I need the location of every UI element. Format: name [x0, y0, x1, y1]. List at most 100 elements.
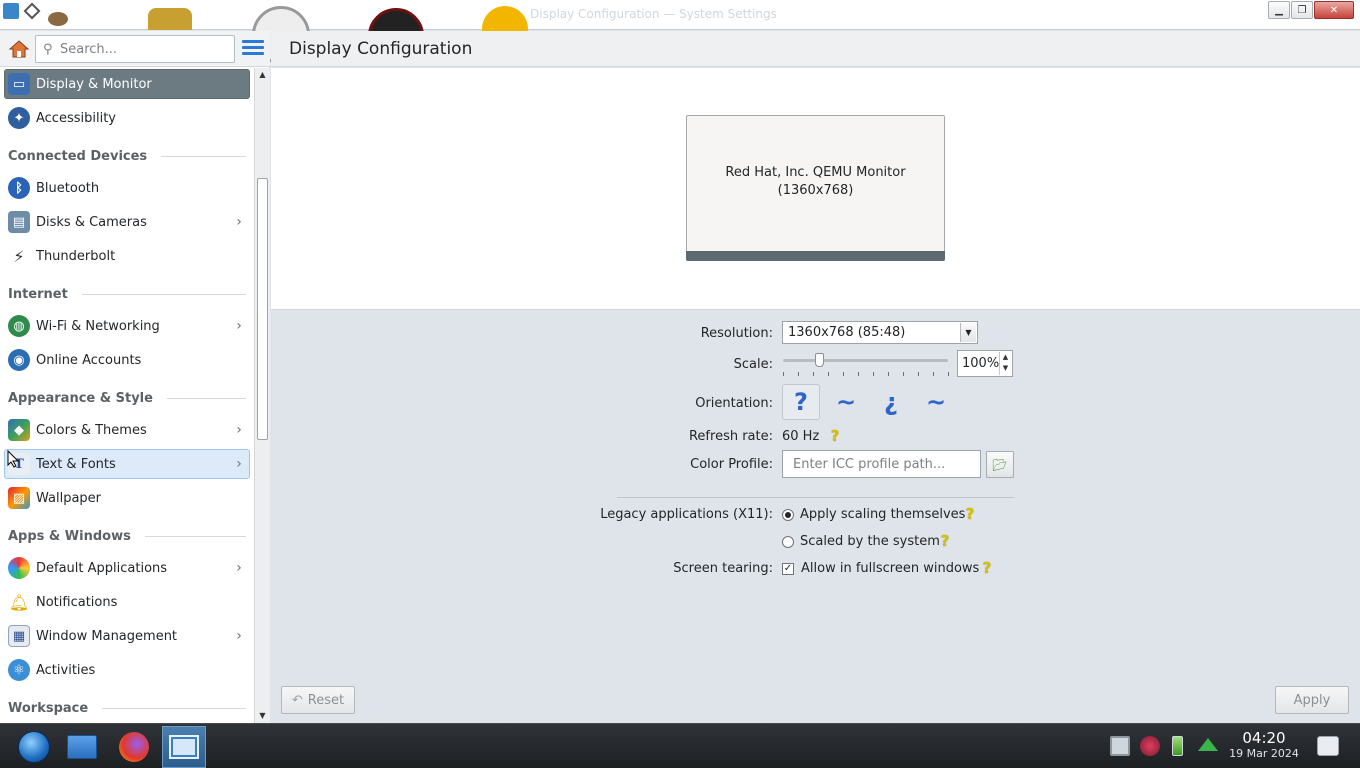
sidebar-item-label: Window Management: [36, 628, 178, 644]
orientation-inverted-button[interactable]: ¿: [872, 384, 910, 420]
maximize-button[interactable]: ❐: [1291, 1, 1313, 19]
sidebar-item-label: Display & Monitor: [36, 76, 152, 92]
sidebar-item-default-applications[interactable]: Default Applications ›: [4, 553, 250, 583]
sidebar-item-online-accounts[interactable]: ◉ Online Accounts: [4, 345, 250, 375]
accessibility-icon: ✦: [8, 107, 30, 129]
monitor-preview[interactable]: Red Hat, Inc. QEMU Monitor (1360x768): [686, 115, 945, 261]
colors-icon: ◆: [8, 419, 30, 441]
color-profile-input[interactable]: Enter ICC profile path...: [782, 450, 981, 478]
section-header-appearance-style: Appearance & Style: [8, 389, 246, 407]
screen-tearing-label: Screen tearing:: [673, 561, 773, 576]
sidebar-item-label: Default Applications: [36, 560, 168, 576]
legacy-scaled-by-system-radio[interactable]: [782, 536, 794, 548]
orientation-normal-button[interactable]: ?: [782, 384, 820, 420]
scroll-up-arrow-icon[interactable]: ▲: [257, 70, 268, 80]
main-panel: Display Configuration Red Hat, Inc. QEMU…: [271, 31, 1360, 723]
show-desktop-icon[interactable]: [1317, 736, 1339, 756]
chevron-right-icon: ›: [236, 422, 242, 438]
taskbar-file-manager[interactable]: [60, 726, 104, 768]
sidebar-item-label: Activities: [36, 662, 96, 678]
hamburger-menu-button[interactable]: [242, 40, 264, 58]
scale-spinbox[interactable]: 100% ▲ ▼: [957, 350, 1013, 377]
monitor-preview-area: Red Hat, Inc. QEMU Monitor (1360x768): [271, 68, 1360, 310]
open-file-button[interactable]: 📂︎: [986, 451, 1014, 478]
scale-slider-track[interactable]: [783, 359, 948, 362]
scale-tick: [843, 372, 844, 376]
orientation-left-button[interactable]: ~: [827, 384, 865, 420]
taskbar-system-settings[interactable]: [162, 726, 206, 768]
resolution-select[interactable]: 1360x768 (85:48) ▼: [782, 321, 978, 344]
sidebar-scrollbar[interactable]: ▲ ▼: [254, 68, 270, 723]
legacy-apply-scaling-label[interactable]: Apply scaling themselves: [800, 507, 965, 522]
legacy-opt1-help-icon[interactable]: ?: [963, 505, 977, 523]
sidebar-item-activities[interactable]: ⚛ Activities: [4, 655, 250, 685]
scale-tick: [798, 372, 799, 376]
search-icon: ⚲: [43, 42, 53, 57]
home-icon[interactable]: [8, 39, 30, 59]
legacy-scaled-by-system-label[interactable]: Scaled by the system: [800, 534, 940, 549]
clock-date: 19 Mar 2024: [1229, 747, 1299, 760]
reset-label: Reset: [307, 692, 345, 708]
sticks-decoration-icon: [148, 8, 192, 30]
start-menu-button[interactable]: [12, 726, 56, 768]
apply-button[interactable]: Apply: [1275, 686, 1349, 714]
start-orb-icon: [18, 731, 50, 763]
battery-tray-icon[interactable]: [1172, 736, 1183, 756]
legacy-apply-scaling-radio[interactable]: [782, 509, 794, 521]
scale-tick: [903, 372, 904, 376]
default-apps-icon: [8, 557, 30, 579]
sidebar-item-bluetooth[interactable]: ᛒ Bluetooth: [4, 173, 250, 203]
reset-icon: ↶: [291, 692, 303, 708]
sidebar-item-thunderbolt[interactable]: ⚡ Thunderbolt: [4, 241, 250, 271]
sidebar-item-wifi-networking[interactable]: ◍ Wi-Fi & Networking ›: [4, 311, 250, 341]
refresh-rate-value: 60 Hz: [782, 429, 820, 444]
bowl-decoration-icon: [48, 12, 68, 26]
system-settings-icon: [169, 735, 199, 759]
sidebar-item-accessibility[interactable]: ✦ Accessibility: [4, 103, 250, 133]
sidebar-item-label: Colors & Themes: [36, 422, 147, 438]
firefox-icon: [119, 732, 149, 762]
allow-tearing-checkbox[interactable]: ✓: [782, 563, 794, 575]
minimize-button[interactable]: ▁: [1268, 1, 1290, 19]
folder-icon: [67, 735, 97, 759]
search-field[interactable]: ⚲: [35, 35, 235, 63]
resolution-value: 1360x768 (85:48): [788, 325, 906, 340]
scrollbar-thumb[interactable]: [257, 178, 268, 440]
sidebar-item-window-management[interactable]: ▦ Window Management ›: [4, 621, 250, 651]
sidebar: ⚲ ▭ Display & Monitor ✦ Accessibility Co…: [0, 31, 270, 723]
sidebar-toolbar: ⚲: [0, 31, 270, 67]
spin-arrows-icon[interactable]: ▲ ▼: [999, 352, 1011, 375]
separator: [617, 497, 1014, 498]
close-button[interactable]: ✕: [1314, 1, 1354, 19]
sidebar-item-text-fonts[interactable]: T Text & Fonts ›: [4, 449, 250, 479]
sidebar-item-colors-themes[interactable]: ◆ Colors & Themes ›: [4, 415, 250, 445]
legacy-apps-label: Legacy applications (X11):: [600, 507, 773, 522]
reset-button[interactable]: ↶ Reset: [281, 686, 355, 714]
network-tray-icon[interactable]: [1198, 738, 1218, 751]
menu-line: [242, 46, 264, 49]
search-input[interactable]: [60, 39, 230, 59]
clock[interactable]: 04:20 19 Mar 2024: [1224, 730, 1304, 761]
sidebar-item-wallpaper[interactable]: ▨ Wallpaper: [4, 483, 250, 513]
allow-tearing-label[interactable]: Allow in fullscreen windows: [801, 561, 979, 576]
sidebar-item-display-monitor[interactable]: ▭ Display & Monitor: [4, 69, 250, 99]
scale-slider-handle[interactable]: [815, 353, 825, 367]
scroll-down-arrow-icon[interactable]: ▼: [257, 711, 268, 721]
clipboard-tray-icon[interactable]: [1110, 736, 1130, 756]
monitor-bottom-bar: [686, 251, 945, 261]
menu-line: [242, 52, 264, 55]
sidebar-item-notifications[interactable]: 🔔︎ Notifications: [4, 587, 250, 617]
orientation-right-button[interactable]: ~: [917, 384, 955, 420]
chevron-right-icon: ›: [236, 628, 242, 644]
vpn-tray-icon[interactable]: [1140, 736, 1160, 756]
app-icon[interactable]: [3, 3, 19, 19]
resolution-label: Resolution:: [700, 326, 773, 341]
tearing-help-icon[interactable]: ?: [980, 559, 994, 577]
scale-value: 100%: [962, 356, 1000, 371]
monitor-resolution: (1360x768): [777, 183, 854, 198]
refresh-help-icon[interactable]: ?: [828, 427, 842, 445]
taskbar-firefox[interactable]: [112, 726, 156, 768]
pin-icon[interactable]: [23, 2, 41, 20]
legacy-opt2-help-icon[interactable]: ?: [938, 532, 952, 550]
sidebar-item-disks-cameras[interactable]: ▤ Disks & Cameras ›: [4, 207, 250, 237]
